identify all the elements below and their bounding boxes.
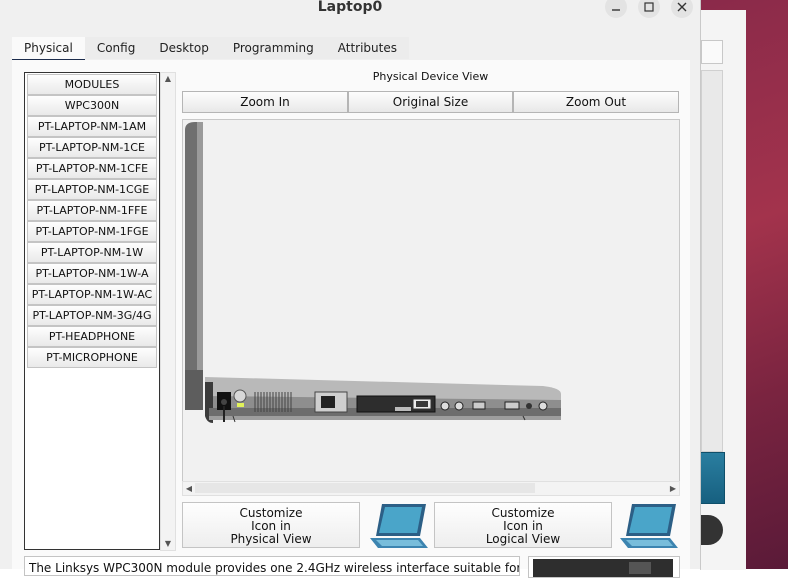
maximize-button[interactable] bbox=[638, 0, 660, 18]
scroll-thumb[interactable] bbox=[195, 483, 535, 493]
physical-tab-content: MODULES WPC300N PT-LAPTOP-NM-1AM PT-LAPT… bbox=[12, 60, 690, 578]
laptop-side-image bbox=[185, 122, 561, 423]
original-size-button[interactable]: Original Size bbox=[348, 91, 513, 113]
module-image-picture bbox=[533, 559, 673, 577]
scroll-left-icon[interactable]: ◀ bbox=[183, 482, 195, 495]
title-bar: Laptop0 bbox=[0, 0, 700, 20]
maximize-icon bbox=[644, 2, 654, 12]
module-item[interactable]: PT-LAPTOP-NM-1FGE bbox=[27, 221, 157, 242]
customize-logical-line3: Logical View bbox=[485, 532, 561, 546]
module-item[interactable]: PT-LAPTOP-NM-1W bbox=[27, 242, 157, 263]
module-list-scrollbar[interactable]: ▲ ▼ bbox=[160, 72, 176, 551]
scroll-right-icon[interactable]: ▶ bbox=[667, 482, 679, 495]
scroll-up-icon[interactable]: ▲ bbox=[161, 73, 175, 85]
minimize-icon bbox=[612, 9, 620, 11]
physical-device-view[interactable] bbox=[182, 119, 680, 495]
tab-bar: Physical Config Desktop Programming Attr… bbox=[12, 37, 409, 62]
module-item[interactable]: PT-LAPTOP-NM-1FFE bbox=[27, 200, 157, 221]
window-title: Laptop0 bbox=[317, 0, 383, 15]
module-description: The Linksys WPC300N module provides one … bbox=[24, 556, 520, 576]
module-list: MODULES WPC300N PT-LAPTOP-NM-1AM PT-LAPT… bbox=[24, 72, 160, 550]
background-field bbox=[701, 40, 723, 64]
module-image bbox=[528, 556, 680, 578]
physical-device-view-label: Physical Device View bbox=[372, 70, 489, 83]
close-icon bbox=[677, 2, 687, 12]
tab-config[interactable]: Config bbox=[85, 37, 148, 59]
tab-desktop[interactable]: Desktop bbox=[147, 37, 221, 59]
minimize-button[interactable] bbox=[605, 0, 627, 18]
module-item[interactable]: PT-LAPTOP-NM-3G/4G bbox=[27, 305, 157, 326]
module-item[interactable]: WPC300N bbox=[27, 95, 157, 116]
laptop-icon bbox=[620, 504, 678, 548]
customize-physical-line3: Physical View bbox=[230, 532, 312, 546]
module-item[interactable]: PT-LAPTOP-NM-1CGE bbox=[27, 179, 157, 200]
tab-programming[interactable]: Programming bbox=[221, 37, 326, 59]
close-button[interactable] bbox=[671, 0, 693, 18]
customize-physical-icon-button[interactable]: Customize Icon in Physical View bbox=[182, 502, 360, 548]
module-item[interactable]: PT-LAPTOP-NM-1CE bbox=[27, 137, 157, 158]
zoom-in-button[interactable]: Zoom In bbox=[182, 91, 348, 113]
module-item[interactable]: PT-LAPTOP-NM-1AM bbox=[27, 116, 157, 137]
background-panel bbox=[701, 70, 723, 452]
module-item[interactable]: PT-LAPTOP-NM-1CFE bbox=[27, 158, 157, 179]
scroll-down-icon[interactable]: ▼ bbox=[161, 538, 175, 550]
view-horizontal-scrollbar[interactable]: ◀ ▶ bbox=[182, 481, 680, 496]
laptop-icon bbox=[370, 504, 428, 548]
module-item[interactable]: PT-HEADPHONE bbox=[27, 326, 157, 347]
background-window bbox=[699, 10, 746, 570]
device-window: Laptop0 Physical Config Desktop Programm… bbox=[0, 0, 701, 578]
background-device-icon-2 bbox=[701, 515, 723, 545]
module-item[interactable]: PT-LAPTOP-NM-1W-A bbox=[27, 263, 157, 284]
customize-logical-icon-button[interactable]: Customize Icon in Logical View bbox=[434, 502, 612, 548]
tab-attributes[interactable]: Attributes bbox=[326, 37, 409, 59]
module-item[interactable]: PT-LAPTOP-NM-1W-AC bbox=[27, 284, 157, 305]
zoom-out-button[interactable]: Zoom Out bbox=[513, 91, 679, 113]
background-device-icon bbox=[699, 452, 725, 504]
module-item[interactable]: PT-MICROPHONE bbox=[27, 347, 157, 368]
tab-physical[interactable]: Physical bbox=[12, 37, 85, 62]
module-header[interactable]: MODULES bbox=[27, 74, 157, 95]
